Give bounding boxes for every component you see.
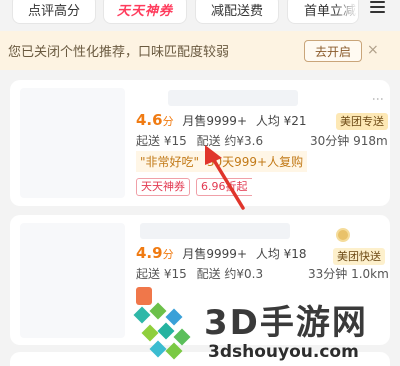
repurchase-text: 30天999+人复购 (206, 155, 304, 169)
rating-unit: 分 (162, 248, 174, 261)
filter-chip-daily-coupon[interactable]: 天天神券 (103, 0, 187, 24)
notice-text: 您已关闭个性化推荐，口味匹配度较弱 (8, 45, 230, 60)
minimum-order: 起送 ¥15 (136, 267, 187, 281)
time-distance: 33分钟 1.0km (308, 267, 389, 281)
average-price: 人均 ¥18 (255, 247, 307, 261)
store-image (20, 223, 125, 338)
time-distance: 30分钟 918m (310, 134, 388, 148)
filter-chip-label: 天天神券 (116, 3, 173, 19)
review-quote-text: "非常好吃" (140, 155, 200, 169)
filter-bar: 点评高分 天天神券 减配送费 首单立减 (0, 0, 400, 30)
filter-chip-label: 减配送费 (210, 3, 263, 19)
rating-unit: 分 (162, 115, 174, 128)
delivery-service-tag: 美团专送 (336, 113, 388, 130)
delivery-row: 起送 ¥15 配送 约¥0.3 (136, 265, 263, 282)
rating-row: 4.6分 月售9999+ 人均 ¥21 (136, 111, 307, 129)
filter-chip-top-rated[interactable]: 点评高分 (12, 0, 96, 24)
watermark-title: 3D手游网 (204, 303, 368, 343)
monthly-sales: 月售9999+ (182, 114, 248, 128)
watermark-url: 3dshouyou.com (208, 342, 359, 362)
more-options-icon[interactable]: ⋮ (371, 93, 385, 105)
medal-icon (336, 228, 350, 242)
daily-coupon-badge: 天天神券 (136, 178, 190, 196)
fade-overlay (334, 0, 358, 23)
enable-recommendation-button[interactable]: 去开启 (304, 40, 362, 62)
delivery-fee: 配送 约¥0.3 (196, 267, 264, 281)
store-name-placeholder (140, 223, 290, 239)
store-name-placeholder (168, 90, 298, 106)
rating-row: 4.9分 月售9999+ 人均 ¥18 (136, 244, 307, 262)
delivery-row: 起送 ¥15 配送 约¥3.6 (136, 132, 263, 149)
watermark: 3D手游网 3dshouyou.com (130, 295, 400, 366)
review-quote: "非常好吃" 30天999+人复购 (136, 151, 308, 172)
watermark-logo-icon (133, 302, 191, 360)
store-image (20, 88, 125, 198)
minimum-order: 起送 ¥15 (136, 134, 187, 148)
close-icon[interactable]: × (367, 42, 379, 58)
monthly-sales: 月售9999+ (182, 247, 248, 261)
filter-chip-label: 点评高分 (27, 3, 80, 19)
filter-chip-reduced-delivery[interactable]: 减配送费 (195, 0, 279, 24)
filter-chip-first-order[interactable]: 首单立减 (287, 0, 359, 24)
discount-badge: 6.96折起 (196, 178, 252, 196)
rating-score: 4.9 (136, 244, 163, 262)
store-card[interactable]: ⋮ 4.6分 月售9999+ 人均 ¥21 美团专送 起送 ¥15 配送 约¥3… (10, 80, 390, 206)
average-price: 人均 ¥21 (255, 114, 307, 128)
rating-score: 4.6 (136, 111, 163, 129)
personalization-notice: 您已关闭个性化推荐，口味匹配度较弱 去开启 × (0, 31, 400, 70)
menu-icon[interactable] (370, 0, 386, 16)
delivery-service-tag: 美团快送 (333, 248, 385, 265)
delivery-fee: 配送 约¥3.6 (196, 134, 264, 148)
